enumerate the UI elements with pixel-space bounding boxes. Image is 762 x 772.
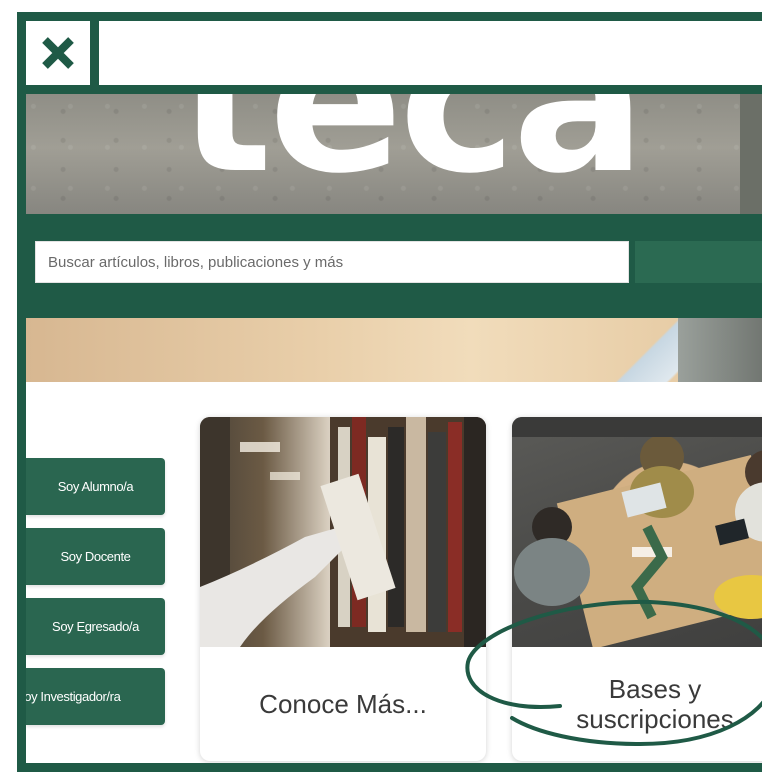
card-meeting-photo (512, 417, 762, 647)
content-area: Soy Alumno/a Soy Docente Soy Egresado/a … (26, 382, 762, 763)
card-library-photo (200, 417, 486, 647)
popup-frame: teca Soy Alumno/a Soy Docente Soy Egresa… (17, 12, 762, 772)
sidebar-button-docente[interactable]: Soy Docente (26, 528, 165, 585)
close-button[interactable] (26, 21, 99, 85)
close-icon (42, 37, 74, 69)
search-button[interactable] (635, 241, 762, 283)
card-bases-suscripciones[interactable]: Bases y suscripciones (512, 417, 762, 761)
card-conoce-mas-title: Conoce Más... (259, 689, 427, 719)
strip-metal-panel (678, 318, 762, 382)
search-band (26, 214, 762, 318)
hero-side-panel (740, 94, 762, 214)
sidebar-button-alumno[interactable]: Soy Alumno/a (26, 458, 165, 515)
hero-banner: teca (26, 94, 762, 214)
sidebar-button-investigador-label: Soy Investigador/ra (26, 689, 121, 704)
search-input[interactable] (35, 241, 629, 283)
card-conoce-mas[interactable]: Conoce Más... (200, 417, 486, 761)
decorative-strip (26, 318, 762, 382)
sidebar-button-investigador[interactable]: Soy Investigador/ra (26, 668, 165, 725)
card-bases-suscripciones-title: Bases y suscripciones (576, 674, 734, 734)
top-bar (26, 21, 762, 94)
sidebar-button-egresado[interactable]: Soy Egresado/a (26, 598, 165, 655)
hero-sign-text: teca (178, 94, 646, 214)
